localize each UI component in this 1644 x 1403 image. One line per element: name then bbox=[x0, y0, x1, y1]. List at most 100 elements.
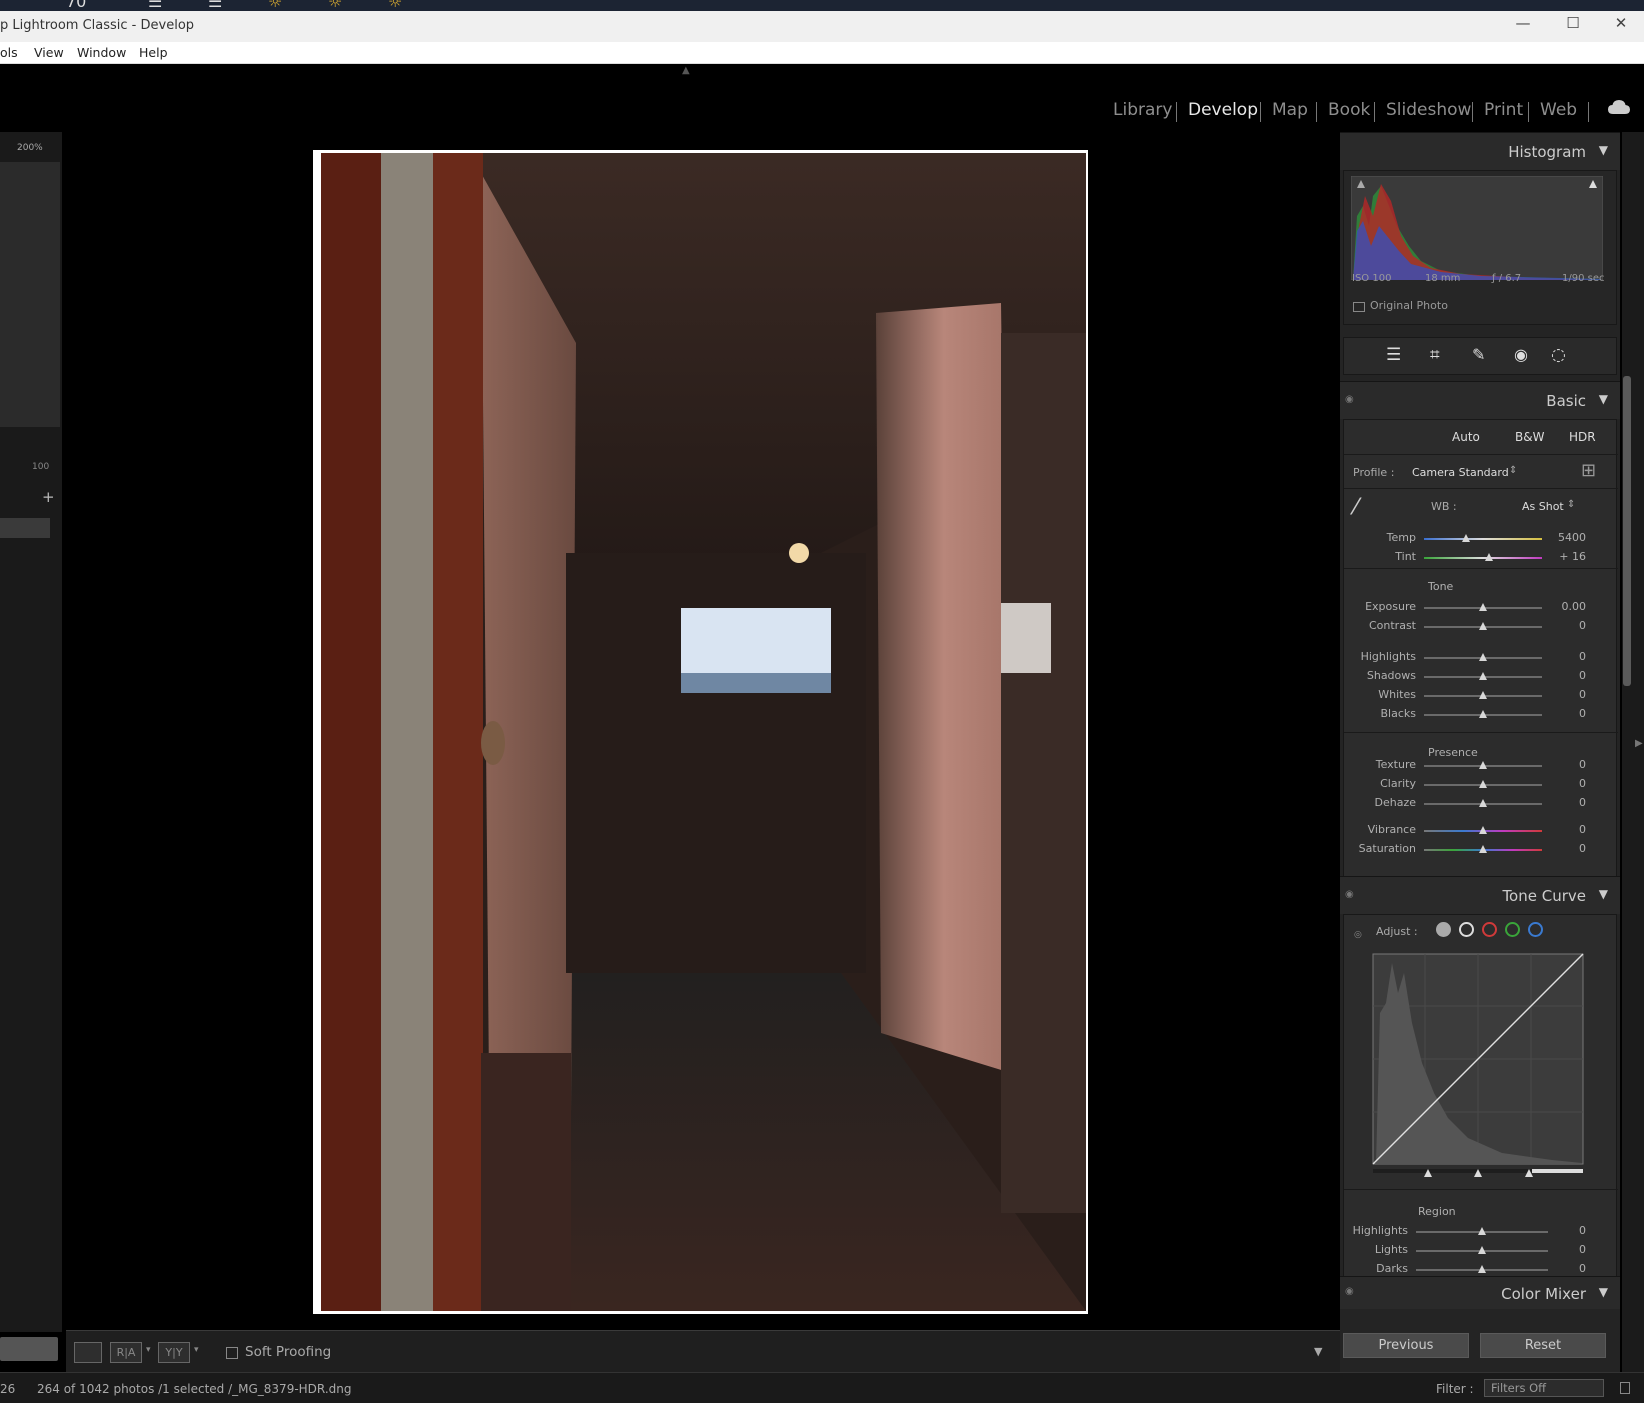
slider-thumb-darks[interactable] bbox=[1478, 1265, 1486, 1273]
point-curve-icon[interactable] bbox=[1459, 922, 1474, 937]
slider-value-whites[interactable]: 0 bbox=[1546, 688, 1586, 701]
chevron-down-icon[interactable]: ▾ bbox=[194, 1345, 199, 1355]
menu-tools[interactable]: ols bbox=[0, 45, 18, 60]
photo-frame[interactable] bbox=[313, 150, 1088, 1314]
slider-thumb-contrast[interactable] bbox=[1479, 622, 1487, 630]
slider-thumb-dehaze[interactable] bbox=[1479, 799, 1487, 807]
hdr-button[interactable]: HDR bbox=[1569, 430, 1596, 444]
minimize-button[interactable]: — bbox=[1500, 14, 1546, 32]
panel-toggle-icon[interactable]: ▶ bbox=[1635, 738, 1643, 749]
chevron-updown-icon[interactable]: ⇕ bbox=[1509, 465, 1517, 476]
slider-thumb-blacks[interactable] bbox=[1479, 710, 1487, 718]
target-adjust-icon[interactable]: ◎ bbox=[1354, 930, 1362, 940]
collapse-icon[interactable]: ▼ bbox=[1599, 392, 1608, 406]
profile-dropdown[interactable]: Camera Standard bbox=[1412, 466, 1509, 479]
green-channel-icon[interactable] bbox=[1505, 922, 1520, 937]
slider-thumb-texture[interactable] bbox=[1479, 761, 1487, 769]
wb-eyedropper-icon[interactable]: ⁄ bbox=[1354, 495, 1358, 520]
previous-button[interactable]: Previous bbox=[1343, 1333, 1469, 1358]
red-channel-icon[interactable] bbox=[1482, 922, 1497, 937]
slider-thumb-shadows[interactable] bbox=[1479, 672, 1487, 680]
masking-icon[interactable]: ◌ bbox=[1551, 345, 1566, 365]
slider-value-tint[interactable]: + 16 bbox=[1546, 550, 1586, 563]
before-after-button[interactable]: R|A bbox=[110, 1342, 142, 1363]
module-slideshow[interactable]: Slideshow bbox=[1386, 100, 1471, 120]
menu-help[interactable]: Help bbox=[139, 45, 168, 60]
soft-proofing-checkbox[interactable] bbox=[226, 1347, 238, 1359]
slider-thumb-lights[interactable] bbox=[1478, 1246, 1486, 1254]
slider-value-vibrance[interactable]: 0 bbox=[1546, 823, 1586, 836]
slider-thumb-vibrance[interactable] bbox=[1479, 826, 1487, 834]
cloud-icon[interactable] bbox=[1607, 98, 1631, 116]
module-book[interactable]: Book bbox=[1328, 100, 1370, 120]
chevron-down-icon[interactable]: ▾ bbox=[146, 1345, 151, 1355]
toolbar-menu-icon[interactable]: ▼ bbox=[1314, 1345, 1322, 1358]
left-field[interactable] bbox=[0, 518, 50, 538]
module-print[interactable]: Print bbox=[1484, 100, 1523, 120]
original-photo-checkbox[interactable] bbox=[1353, 302, 1365, 312]
zoom-level[interactable]: 200% bbox=[17, 143, 43, 153]
slider-thumb-whites[interactable] bbox=[1479, 691, 1487, 699]
compare-view-button[interactable]: Y|Y bbox=[158, 1342, 190, 1363]
slider-value-lights[interactable]: 0 bbox=[1546, 1243, 1586, 1256]
histogram-header[interactable]: Histogram ▼ bbox=[1340, 132, 1620, 170]
slider-value-shadows[interactable]: 0 bbox=[1546, 669, 1586, 682]
panel-toggle-icon[interactable]: ▲ bbox=[682, 65, 690, 76]
slider-value-darks[interactable]: 0 bbox=[1546, 1262, 1586, 1275]
slider-track-temp[interactable] bbox=[1424, 538, 1542, 540]
slider-value-dehaze[interactable]: 0 bbox=[1546, 796, 1586, 809]
profile-browser-icon[interactable]: ⊞ bbox=[1581, 460, 1596, 481]
slider-value-highlights[interactable]: 0 bbox=[1546, 1224, 1586, 1237]
loupe-view-button[interactable] bbox=[74, 1342, 102, 1363]
eye-icon[interactable]: ◉ bbox=[1345, 1286, 1354, 1297]
module-library[interactable]: Library bbox=[1113, 100, 1172, 120]
filter-dropdown[interactable]: Filters Off bbox=[1484, 1379, 1604, 1397]
tone-curve-graph[interactable] bbox=[1372, 953, 1584, 1177]
slider-value-clarity[interactable]: 0 bbox=[1546, 777, 1586, 790]
photo-canvas[interactable] bbox=[66, 132, 1340, 1332]
slider-thumb-exposure[interactable] bbox=[1479, 603, 1487, 611]
navigator-preview[interactable] bbox=[0, 162, 60, 427]
slider-thumb-highlights[interactable] bbox=[1479, 653, 1487, 661]
slider-value-blacks[interactable]: 0 bbox=[1546, 707, 1586, 720]
collapse-icon[interactable]: ▼ bbox=[1599, 1285, 1608, 1299]
slider-thumb-saturation[interactable] bbox=[1479, 845, 1487, 853]
histogram-graph[interactable] bbox=[1351, 176, 1603, 280]
menu-window[interactable]: Window bbox=[77, 45, 126, 60]
chevron-updown-icon[interactable]: ⇕ bbox=[1567, 499, 1575, 510]
slider-thumb-highlights[interactable] bbox=[1478, 1227, 1486, 1235]
slider-value-texture[interactable]: 0 bbox=[1546, 758, 1586, 771]
menu-view[interactable]: View bbox=[34, 45, 64, 60]
bw-button[interactable]: B&W bbox=[1515, 430, 1544, 444]
scrollbar-thumb[interactable] bbox=[1623, 376, 1631, 686]
photo-count-info[interactable]: 264 of 1042 photos /1 selected /_MG_8379… bbox=[37, 1382, 351, 1396]
color-mixer-header[interactable]: ◉ Color Mixer ▼ bbox=[1340, 1276, 1620, 1309]
blue-channel-icon[interactable] bbox=[1528, 922, 1543, 937]
module-web[interactable]: Web bbox=[1540, 100, 1577, 120]
healing-icon[interactable]: ✎ bbox=[1472, 345, 1485, 364]
wb-dropdown[interactable]: As Shot bbox=[1522, 500, 1564, 513]
slider-value-highlights[interactable]: 0 bbox=[1546, 650, 1586, 663]
red-eye-icon[interactable]: ◉ bbox=[1514, 345, 1528, 364]
collapse-icon[interactable]: ▼ bbox=[1599, 887, 1608, 901]
left-button[interactable] bbox=[0, 1337, 58, 1361]
reset-button[interactable]: Reset bbox=[1480, 1333, 1606, 1358]
slider-thumb-clarity[interactable] bbox=[1479, 780, 1487, 788]
close-button[interactable]: ✕ bbox=[1598, 14, 1644, 32]
module-map[interactable]: Map bbox=[1272, 100, 1308, 120]
eye-icon[interactable]: ◉ bbox=[1345, 394, 1354, 405]
slider-value-exposure[interactable]: 0.00 bbox=[1546, 600, 1587, 613]
lock-icon[interactable] bbox=[1620, 1382, 1630, 1394]
slider-track-tint[interactable] bbox=[1424, 557, 1542, 559]
auto-button[interactable]: Auto bbox=[1452, 430, 1480, 444]
crop-icon[interactable]: ⌗ bbox=[1430, 345, 1440, 365]
parametric-curve-icon[interactable] bbox=[1436, 922, 1451, 937]
maximize-button[interactable]: ☐ bbox=[1550, 14, 1596, 32]
tone-curve-header[interactable]: ◉ Tone Curve ▼ bbox=[1340, 876, 1620, 914]
slider-thumb-temp[interactable] bbox=[1462, 534, 1471, 542]
add-icon[interactable]: + bbox=[42, 488, 55, 506]
slider-value-contrast[interactable]: 0 bbox=[1546, 619, 1586, 632]
collapse-icon[interactable]: ▼ bbox=[1599, 143, 1608, 157]
slider-value-temp[interactable]: 5400 bbox=[1546, 531, 1586, 544]
edit-sliders-icon[interactable]: ☰ bbox=[1386, 345, 1401, 365]
